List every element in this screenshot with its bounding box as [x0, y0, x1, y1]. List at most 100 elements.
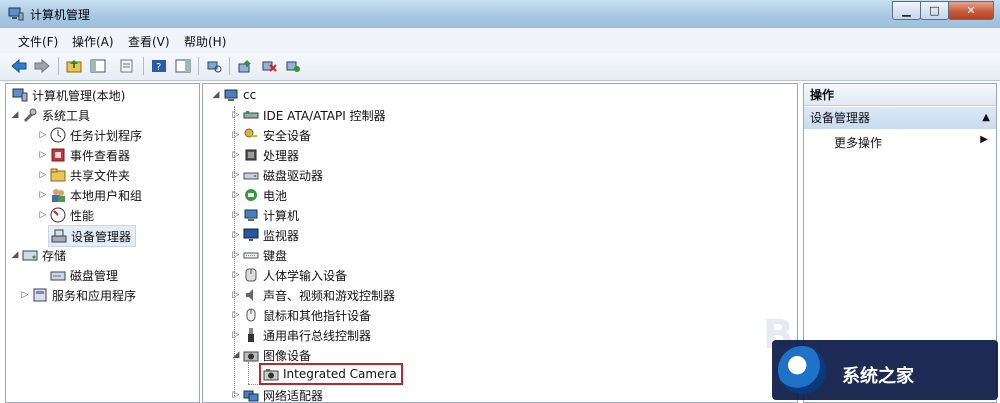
device-category-processor[interactable]: ▷ 处理器: [231, 145, 299, 165]
collapsed-arrow-icon[interactable]: ▷: [231, 210, 241, 220]
minimize-button[interactable]: ▁: [892, 1, 921, 20]
device-category-security[interactable]: ▷ 安全设备: [231, 125, 311, 145]
tree-item-label: 系统工具: [42, 108, 91, 123]
more-actions-link[interactable]: 更多操作: [834, 134, 882, 151]
expanded-arrow-icon[interactable]: ◢: [211, 90, 221, 100]
help-icon[interactable]: ?: [150, 57, 168, 75]
collapsed-arrow-icon[interactable]: ▷: [38, 130, 48, 140]
collapsed-arrow-icon[interactable]: ▷: [231, 270, 241, 280]
tree-item-services-apps[interactable]: ▷ 服务和应用程序: [20, 285, 136, 305]
tree-item-event-viewer[interactable]: ▷ 事件查看器: [38, 145, 130, 165]
tree-item-local-users[interactable]: ▷ 本地用户和组: [38, 185, 142, 205]
collapsed-arrow-icon[interactable]: ▷: [231, 330, 241, 340]
device-category-label: 声音、视频和游戏控制器: [263, 288, 396, 303]
device-category-sound[interactable]: ▷ 声音、视频和游戏控制器: [231, 285, 395, 305]
tree-item-storage[interactable]: ◢ 存储: [10, 245, 66, 265]
collapse-up-icon[interactable]: ▲: [982, 107, 990, 129]
device-tree-root[interactable]: ◢ cc: [211, 85, 257, 105]
collapsed-arrow-icon[interactable]: ▷: [38, 210, 48, 220]
collapsed-arrow-icon[interactable]: ▷: [231, 130, 241, 140]
back-icon[interactable]: [10, 57, 28, 75]
menu-action[interactable]: 操作(A): [72, 33, 114, 50]
collapsed-arrow-icon[interactable]: ▷: [231, 230, 241, 240]
collapsed-arrow-icon[interactable]: ▷: [38, 150, 48, 160]
device-category-network[interactable]: ▷ 网络适配器: [231, 385, 323, 403]
computer-management-icon: [12, 87, 28, 103]
device-category-ide[interactable]: ▷ IDE ATA/ATAPI 控制器: [231, 105, 386, 125]
shared-folder-icon: [50, 167, 66, 183]
scan-hardware-icon[interactable]: [205, 57, 223, 75]
sound-icon: [243, 287, 259, 303]
collapsed-arrow-icon[interactable]: ▷: [38, 170, 48, 180]
tree-item-device-manager[interactable]: 设备管理器: [48, 225, 137, 247]
collapsed-arrow-icon[interactable]: ▷: [20, 290, 30, 300]
tree-item-system-tools[interactable]: ◢ 系统工具: [10, 105, 90, 125]
device-category-label: 键盘: [263, 248, 288, 263]
menu-help[interactable]: 帮助(H): [184, 33, 226, 50]
expanded-arrow-icon[interactable]: ◢: [10, 250, 20, 260]
battery-icon: [243, 187, 259, 203]
collapsed-arrow-icon[interactable]: ▷: [38, 190, 48, 200]
menu-view[interactable]: 查看(V): [128, 33, 170, 50]
menu-file[interactable]: 文件(F): [18, 33, 58, 50]
console-tree-pane: 计算机管理(本地) ◢ 系统工具 ▷ 任务计划程序 ▷ 事件查看器 ▷ 共享文件…: [5, 83, 200, 403]
collapsed-arrow-icon[interactable]: ▷: [231, 170, 241, 180]
device-category-imaging[interactable]: ◢ 图像设备: [231, 345, 311, 365]
show-action-pane-icon[interactable]: [174, 57, 192, 75]
device-category-label: 人体学输入设备: [263, 268, 348, 283]
disk-drive-icon: [243, 167, 259, 183]
up-folder-icon[interactable]: [65, 57, 83, 75]
collapsed-arrow-icon[interactable]: ▷: [231, 110, 241, 120]
close-button[interactable]: ✕: [948, 1, 994, 20]
device-label: Integrated Camera: [283, 367, 397, 381]
actions-section-label: 设备管理器: [810, 111, 871, 125]
hid-icon: [243, 267, 259, 283]
services-icon: [32, 287, 48, 303]
collapsed-arrow-icon[interactable]: ▷: [231, 250, 241, 260]
title-bar: 计算机管理 ▁ □ ✕: [0, 0, 1000, 28]
device-category-disk-drives[interactable]: ▷ 磁盘驱动器: [231, 165, 323, 185]
storage-icon: [22, 247, 38, 263]
device-category-label: 监视器: [263, 228, 300, 243]
actions-section-device-manager[interactable]: 设备管理器 ▲: [804, 107, 996, 129]
device-category-label: 电池: [263, 188, 288, 203]
device-tree-pane: ◢ cc ▷ IDE ATA/ATAPI 控制器 ▷ 安全设备 ▷ 处理器 ▷ …: [202, 83, 798, 403]
tree-item-performance[interactable]: ▷ 性能: [38, 205, 94, 225]
device-category-monitor[interactable]: ▷ 监视器: [231, 225, 299, 245]
device-category-label: 计算机: [263, 208, 300, 223]
show-hide-tree-icon[interactable]: [89, 57, 107, 75]
device-category-hid[interactable]: ▷ 人体学输入设备: [231, 265, 347, 285]
collapsed-arrow-icon[interactable]: ▷: [231, 390, 241, 400]
device-category-computer[interactable]: ▷ 计算机: [231, 205, 299, 225]
device-integrated-camera[interactable]: Integrated Camera: [259, 363, 403, 385]
device-category-battery[interactable]: ▷ 电池: [231, 185, 287, 205]
tree-item-shared-folders[interactable]: ▷ 共享文件夹: [38, 165, 130, 185]
collapsed-arrow-icon[interactable]: ▷: [231, 150, 241, 160]
maximize-button[interactable]: □: [920, 1, 949, 20]
device-category-usb[interactable]: ▷ 通用串行总线控制器: [231, 325, 371, 345]
submenu-arrow-icon[interactable]: ▶: [980, 134, 988, 145]
enable-device-icon[interactable]: [284, 57, 302, 75]
tree-item-task-scheduler[interactable]: ▷ 任务计划程序: [38, 125, 142, 145]
tree-item-computer-management[interactable]: 计算机管理(本地): [10, 85, 125, 105]
forward-icon[interactable]: [33, 57, 51, 75]
collapsed-arrow-icon[interactable]: ▷: [231, 190, 241, 200]
uninstall-icon[interactable]: [260, 57, 278, 75]
update-driver-icon[interactable]: [236, 57, 254, 75]
performance-icon: [50, 207, 66, 223]
mouse-icon: [243, 307, 259, 323]
device-category-keyboard[interactable]: ▷ 键盘: [231, 245, 287, 265]
expanded-arrow-icon[interactable]: ◢: [10, 110, 20, 120]
svg-text:?: ?: [156, 62, 161, 73]
device-category-mouse[interactable]: ▷ 鼠标和其他指针设备: [231, 305, 371, 325]
properties-icon[interactable]: [118, 57, 136, 75]
processor-icon: [243, 147, 259, 163]
computer-icon: [223, 87, 239, 103]
disk-management-icon: [50, 267, 66, 283]
tree-item-disk-management[interactable]: 磁盘管理: [48, 265, 118, 285]
collapsed-arrow-icon[interactable]: ▷: [231, 290, 241, 300]
collapsed-arrow-icon[interactable]: ▷: [231, 310, 241, 320]
expanded-arrow-icon[interactable]: ◢: [231, 350, 241, 360]
ide-controller-icon: [243, 107, 259, 123]
tree-item-label: 服务和应用程序: [52, 288, 137, 303]
